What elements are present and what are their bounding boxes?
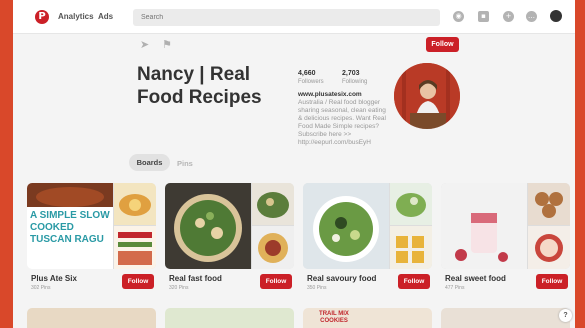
following-count[interactable]: 2,703	[342, 70, 360, 77]
board-cover-main: A SIMPLE SLOW COOKED TUSCAN RAGU	[27, 183, 113, 269]
flag-icon[interactable]: ⚑	[162, 38, 172, 51]
board-card-partial[interactable]	[165, 308, 294, 328]
board-cover[interactable]: A SIMPLE SLOW COOKED TUSCAN RAGU	[27, 183, 156, 269]
compass-icon[interactable]: ◉	[453, 11, 464, 22]
board-card-partial[interactable]	[27, 308, 156, 328]
board-cover-text: A SIMPLE SLOW COOKED TUSCAN RAGU	[30, 210, 110, 245]
board-cover[interactable]	[303, 183, 432, 269]
board-cover-thumb	[114, 226, 156, 269]
board-pin-count: 302 Pins	[31, 285, 51, 291]
board-cover-thumb	[252, 226, 294, 269]
nav-analytics[interactable]: Analytics	[58, 12, 94, 21]
board-card-partial[interactable]: TRAIL MIX COOKIES	[303, 308, 432, 328]
plus-icon[interactable]: +	[503, 11, 514, 22]
board-card[interactable]: Real savoury food 350 Pins Follow	[303, 183, 432, 293]
board-cover-text: TRAIL MIX COOKIES	[319, 311, 349, 324]
board-card[interactable]: Real fast food 320 Pins Follow	[165, 183, 294, 293]
board-card[interactable]: Real sweet food 477 Pins Follow	[441, 183, 570, 293]
followers-count[interactable]: 4,660	[298, 70, 316, 77]
board-cover-thumb	[528, 226, 570, 269]
pinterest-logo-icon[interactable]: P	[35, 10, 49, 24]
send-icon[interactable]: ➤	[140, 38, 149, 51]
board-cover-thumb	[390, 183, 432, 225]
board-cover-thumb	[390, 226, 432, 269]
chat-icon[interactable]: …	[526, 11, 537, 22]
tab-boards[interactable]: Boards	[129, 154, 170, 171]
nav-ads[interactable]: Ads	[98, 12, 113, 21]
board-cover[interactable]	[441, 183, 570, 269]
board-cover-thumb	[252, 183, 294, 225]
board-title[interactable]: Real fast food	[169, 274, 222, 283]
follow-board-button[interactable]: Follow	[260, 274, 292, 289]
board-cover-thumb	[528, 183, 570, 225]
follow-profile-button[interactable]: Follow	[426, 37, 459, 52]
board-pin-count: 350 Pins	[307, 285, 327, 291]
help-button[interactable]: ?	[559, 309, 572, 322]
follow-board-button[interactable]: Follow	[122, 274, 154, 289]
profile-website[interactable]: www.plusatesix.com	[298, 91, 362, 98]
board-cover-thumb	[114, 183, 156, 225]
pinterest-window: P Analytics Ads ◉ ▪ + … ➤ ⚑ Follow Nancy…	[13, 0, 575, 328]
board-card[interactable]: A SIMPLE SLOW COOKED TUSCAN RAGU Plus At…	[27, 183, 156, 293]
board-title[interactable]: Plus Ate Six	[31, 274, 77, 283]
board-cover-main	[303, 183, 389, 269]
followers-label[interactable]: Followers	[298, 79, 324, 85]
follow-board-button[interactable]: Follow	[536, 274, 568, 289]
board-cover-main	[165, 183, 251, 269]
board-cover[interactable]	[165, 183, 294, 269]
profile-bio: Australia / Real food blogger sharing se…	[298, 99, 386, 146]
tab-pins[interactable]: Pins	[177, 159, 193, 168]
following-label[interactable]: Following	[342, 79, 367, 85]
user-avatar[interactable]	[550, 10, 562, 22]
board-title[interactable]: Real sweet food	[445, 274, 506, 283]
board-pin-count: 477 Pins	[445, 285, 465, 291]
top-bar: P Analytics Ads ◉ ▪ + …	[13, 0, 575, 34]
search-input[interactable]	[133, 9, 440, 26]
profile-photo	[394, 63, 460, 129]
board-cover-main	[441, 183, 527, 269]
board-card-partial[interactable]	[441, 308, 570, 328]
board-pin-count: 320 Pins	[169, 285, 189, 291]
briefcase-icon[interactable]: ▪	[478, 11, 489, 22]
board-title[interactable]: Real savoury food	[307, 274, 376, 283]
profile-name: Nancy | Real Food Recipes	[137, 64, 262, 108]
follow-board-button[interactable]: Follow	[398, 274, 430, 289]
